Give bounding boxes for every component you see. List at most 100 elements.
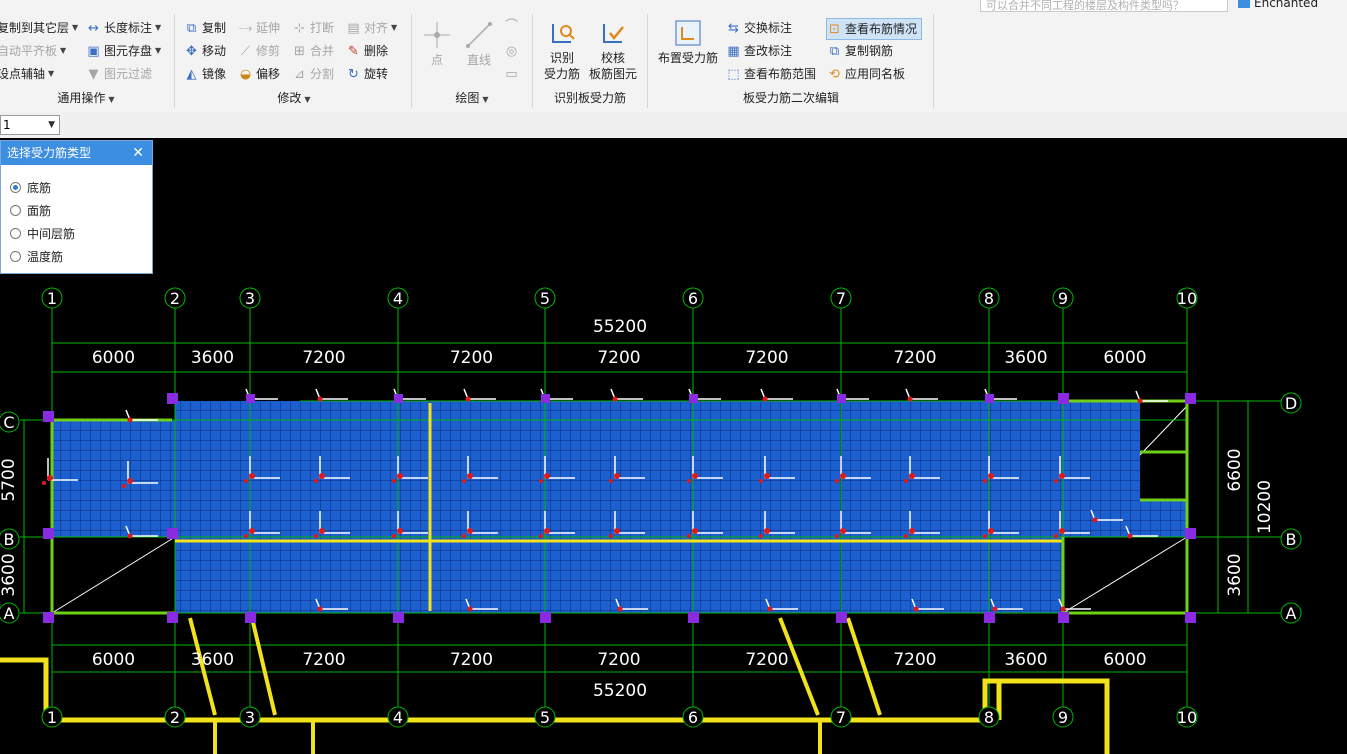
- beam: [0, 657, 1110, 754]
- group-draw-caption[interactable]: 绘图 ▼: [414, 89, 530, 106]
- mirror-button[interactable]: ◭ 镜像: [184, 64, 227, 84]
- align-icon: ▤: [347, 20, 360, 36]
- save-element-label: 图元存盘: [104, 44, 153, 58]
- floor-select[interactable]: 1 ▼: [0, 115, 60, 135]
- element-filter-button[interactable]: ▼ 图元过滤: [86, 64, 153, 84]
- radio-icon: [10, 228, 21, 239]
- length-dim-label: 长度标注: [104, 21, 153, 35]
- group-general-caption[interactable]: 通用操作 ▼: [0, 89, 172, 106]
- check-rebar-label-1: 校核: [600, 51, 625, 65]
- move-button[interactable]: ✥ 移动: [184, 41, 226, 61]
- dimension-text: 3600: [191, 650, 234, 670]
- opening-diagonal: [51, 536, 176, 614]
- beam: [846, 617, 882, 716]
- group-modify-caption[interactable]: 修改 ▼: [180, 89, 408, 106]
- rebar-mark: [610, 388, 643, 402]
- row-bubble: A: [4, 604, 15, 623]
- place-rebar-button[interactable]: 布置受力筋: [654, 18, 722, 66]
- auto-align-slab-button[interactable]: 自动平齐板 ▼: [0, 41, 66, 61]
- edit-label-button[interactable]: ▦ 查改标注: [726, 41, 792, 61]
- draw-line-button[interactable]: 直线: [464, 20, 494, 68]
- align-button[interactable]: ▤ 对齐 ▼: [346, 18, 397, 38]
- identify-rebar-button[interactable]: 识别 受力筋: [539, 18, 585, 82]
- chevron-down-icon: ▼: [108, 95, 115, 104]
- place-rebar-icon: [675, 20, 701, 46]
- save-element-button[interactable]: ▣ 图元存盘 ▼: [86, 41, 161, 61]
- copy-button[interactable]: ⧉ 复制: [184, 18, 226, 38]
- axis-bubble-bottom: 1: [47, 708, 57, 727]
- dimension-text: 7200: [450, 348, 493, 368]
- rebar-mark: [905, 388, 938, 402]
- axis-bubble-top: 3: [245, 289, 255, 308]
- column: [393, 612, 404, 623]
- draw-line-label: 直线: [466, 53, 491, 67]
- identify-rebar-label-2: 受力筋: [543, 67, 580, 81]
- merge-button[interactable]: ⊞ 合并: [292, 41, 334, 61]
- line-icon: [466, 22, 492, 48]
- radio-bottom-rebar[interactable]: 底筋: [10, 179, 51, 196]
- axis-bubble-top: 6: [688, 289, 698, 308]
- apply-icon: ⟲: [829, 66, 840, 82]
- dimension-text: 6000: [1103, 348, 1146, 368]
- copy-to-floor-button[interactable]: 复制到其它层 ▼: [0, 18, 78, 38]
- radio-label: 面筋: [27, 204, 52, 218]
- dimension-text: 7200: [597, 650, 640, 670]
- draw-rect-button[interactable]: ▭: [504, 64, 522, 84]
- split-button[interactable]: ⊿ 分割: [292, 64, 334, 84]
- radio-icon: [10, 251, 21, 262]
- draw-arc-button[interactable]: ⌒: [504, 16, 522, 36]
- radio-label: 中间层筋: [27, 227, 76, 241]
- radio-top-rebar[interactable]: 面筋: [10, 202, 51, 219]
- delete-button[interactable]: ✎ 删除: [346, 41, 388, 61]
- apply-same-slab-button[interactable]: ⟲ 应用同名板: [827, 64, 905, 84]
- view-rebar-range-button[interactable]: ⬚ 查看布筋范围: [726, 64, 816, 84]
- axis-bubble-bottom: 10: [1177, 708, 1197, 727]
- view-rebar-icon: ⊡: [829, 21, 840, 37]
- column: [167, 612, 178, 623]
- dimension-text: 6600: [1225, 448, 1245, 491]
- offset-button[interactable]: ◒ 偏移: [238, 64, 280, 84]
- trim-button[interactable]: ⟋ 修剪: [238, 41, 280, 61]
- column: [837, 394, 846, 403]
- axis-bubble-bottom: 4: [393, 708, 403, 727]
- drawing-canvas[interactable]: 1 1 2 2 3 3 4 4 5 5 6 6 7 7 8 8 9 9 10 10 D C B B A A 55200 55200 60…: [0, 138, 1347, 754]
- break-button[interactable]: ⊹ 打断: [292, 18, 334, 38]
- dimension-text: 10200: [1255, 480, 1275, 534]
- identify-rebar-label-1: 识别: [549, 51, 574, 65]
- view-rebar-status-button[interactable]: ⊡ 查看布筋情况: [826, 18, 923, 40]
- copy-rebar-button[interactable]: ⧉ 复制钢筋: [827, 41, 893, 61]
- break-label: 打断: [310, 21, 335, 35]
- filter-icon: ▼: [88, 66, 99, 82]
- chevron-down-icon: ▼: [48, 120, 55, 130]
- help-search-input[interactable]: 可以合并不同工程的楼层及构件类型吗？: [980, 0, 1228, 12]
- opening-diagonal: [1139, 405, 1188, 456]
- aux-axis-button[interactable]: 设点辅轴 ▼: [0, 64, 54, 84]
- axis-bubble-top: 1: [47, 289, 57, 308]
- extend-button[interactable]: ⤍ 延伸: [238, 18, 280, 38]
- swap-label-button[interactable]: ⇆ 交换标注: [726, 18, 792, 38]
- dimension-total: 55200: [593, 317, 647, 337]
- column: [984, 612, 995, 623]
- mirror-label: 镜像: [202, 67, 227, 81]
- move-icon: ✥: [186, 43, 197, 59]
- draw-point-button[interactable]: 点: [422, 20, 452, 68]
- length-dim-button[interactable]: ↔ 长度标注 ▼: [86, 18, 161, 38]
- row-bubble: C: [3, 413, 14, 432]
- radio-label: 底筋: [27, 181, 52, 195]
- radio-middle-rebar[interactable]: 中间层筋: [10, 225, 75, 242]
- slab-layer: [51, 401, 1188, 614]
- panel-header: 选择受力筋类型 ✕: [1, 141, 152, 165]
- column: [246, 394, 255, 403]
- draw-circle-button[interactable]: ◎: [504, 41, 522, 61]
- split-label: 分割: [310, 67, 335, 81]
- rotate-button[interactable]: ↻ 旋转: [346, 64, 388, 84]
- radio-temperature-rebar[interactable]: 温度筋: [10, 248, 63, 265]
- group-identify: 识别 受力筋 校核 板筋图元 识别板受力筋: [535, 10, 645, 110]
- offset-label: 偏移: [256, 67, 281, 81]
- check-slab-rebar-button[interactable]: 校核 板筋图元: [587, 18, 639, 82]
- user-account[interactable]: Enchanted: [1238, 0, 1318, 10]
- column: [167, 528, 178, 539]
- move-label: 移动: [202, 44, 227, 58]
- close-icon[interactable]: ✕: [132, 141, 144, 165]
- edit-label-icon: ▦: [727, 43, 740, 59]
